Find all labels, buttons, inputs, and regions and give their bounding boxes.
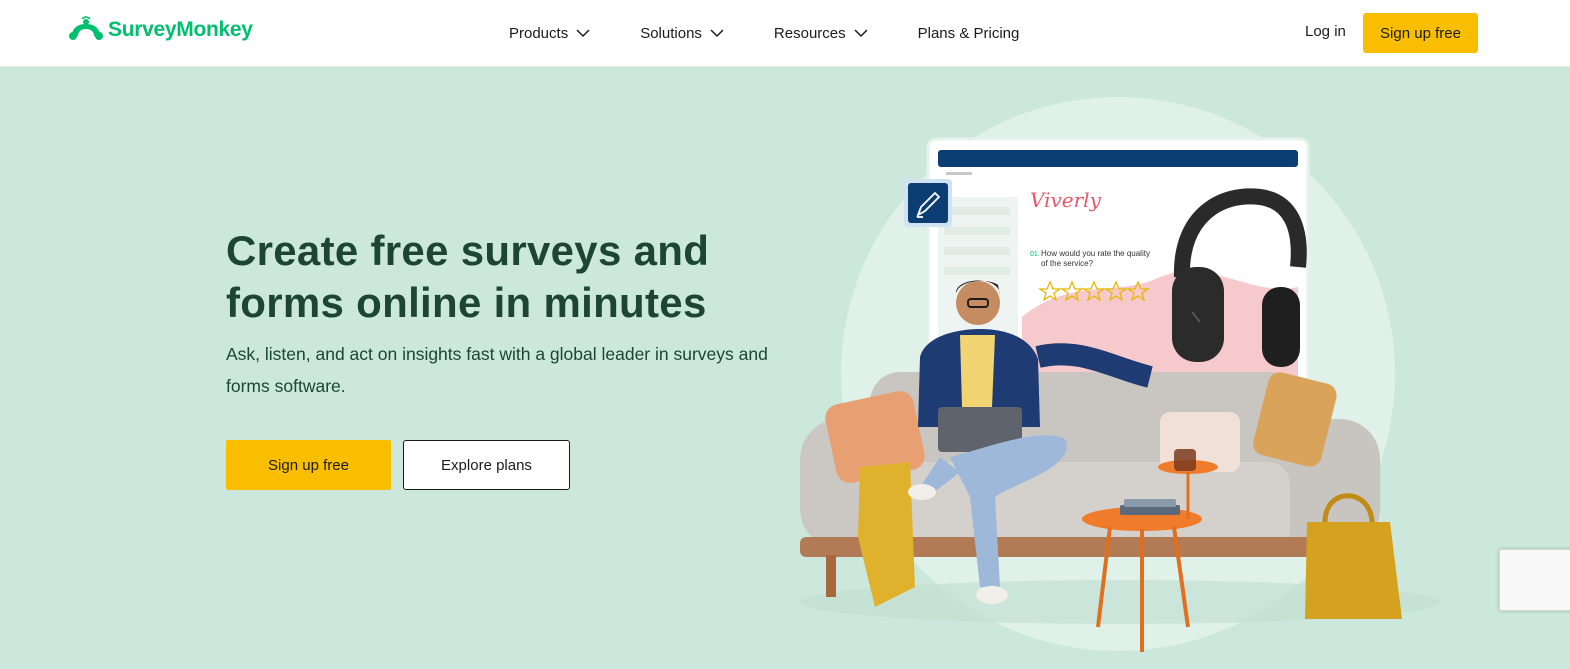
hero-subtitle: Ask, listen, and act on insights fast wi… (226, 344, 768, 396)
hero-section: Create free surveys and forms online in … (0, 67, 1570, 669)
chevron-down-icon (576, 29, 590, 38)
explore-plans-button[interactable]: Explore plans (403, 440, 570, 490)
nav-resources-label: Resources (773, 24, 846, 42)
nav-plans-pricing[interactable]: Plans & Pricing (918, 25, 1020, 42)
monkey-logo-icon (69, 16, 103, 40)
nav-products-label: Products (509, 24, 569, 42)
hero-headline: Create free surveys and forms online in … (226, 227, 710, 326)
nav-solutions[interactable]: Solutions (640, 25, 724, 42)
nav-solutions-label: Solutions (640, 24, 702, 42)
viverly-logo-text: Viverly (1030, 188, 1102, 212)
nav-plans-pricing-label: Plans & Pricing (917, 24, 1020, 42)
nav-products[interactable]: Products (509, 25, 590, 42)
hero-illustration: Viverly 01. How would you rate the quali… (800, 97, 1440, 652)
chevron-down-icon (854, 29, 868, 38)
site-header: SurveyMonkey Products Solutions Resource… (0, 0, 1570, 67)
surveymonkey-logo[interactable]: SurveyMonkey (68, 16, 253, 44)
header-signup-button[interactable]: Sign up free (1363, 13, 1478, 53)
main-nav: Products Solutions Resources Plans & Pri… (509, 0, 1019, 66)
nav-resources[interactable]: Resources (774, 25, 868, 42)
hero-signup-button[interactable]: Sign up free (226, 440, 391, 490)
question-line-1: How would you rate the quality (1041, 249, 1150, 258)
login-link[interactable]: Log in (1305, 23, 1346, 40)
chevron-down-icon (710, 29, 724, 38)
pen-icon (904, 179, 952, 227)
question-number: 01. (1030, 251, 1040, 258)
question-line-2: of the service? (1041, 259, 1094, 268)
recaptcha-badge[interactable] (1499, 549, 1570, 611)
logo-wordmark: SurveyMonkey (108, 18, 253, 41)
